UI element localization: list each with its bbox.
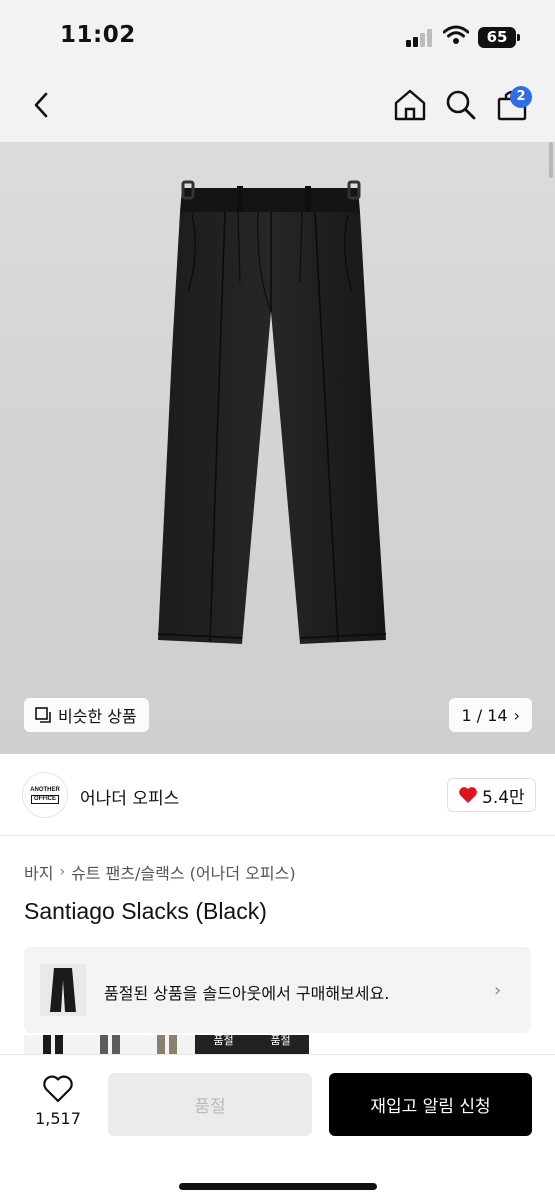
thumbnail[interactable]: 품절 xyxy=(252,1035,309,1055)
thumbnail[interactable] xyxy=(24,1035,81,1055)
thumbnail[interactable] xyxy=(81,1035,138,1055)
brand-name[interactable]: 어나더 오피스 xyxy=(80,784,179,809)
brand-like-count: 5.4만 xyxy=(482,787,525,808)
breadcrumb: 바지 › 슈트 팬츠/슬랙스 (어나더 오피스) xyxy=(24,860,296,884)
home-icon[interactable] xyxy=(392,88,428,122)
soldout-button: 품절 xyxy=(108,1073,312,1136)
battery-icon: 65 xyxy=(478,27,516,48)
brand-like-button[interactable]: 5.4만 xyxy=(447,778,536,812)
top-navigation: 2 xyxy=(0,70,555,142)
color-thumbnails[interactable]: 품절 품절 xyxy=(24,1035,314,1055)
product-image-gallery[interactable]: 비슷한 상품 1 / 14 › xyxy=(0,142,555,754)
banner-thumbnail xyxy=(40,964,86,1016)
scrollbar[interactable] xyxy=(549,142,553,178)
heart-outline-icon xyxy=(43,1075,73,1103)
product-image xyxy=(157,180,387,644)
status-time: 11:02 xyxy=(60,22,136,48)
chevron-right-icon: › xyxy=(513,705,520,725)
soldout-label: 품절 xyxy=(213,1035,234,1047)
thumbnail[interactable] xyxy=(138,1035,195,1055)
wishlist-count: 1,517 xyxy=(35,1109,81,1128)
soldout-banner-text: 품절된 상품을 솔드아웃에서 구매해보세요. xyxy=(104,984,390,1003)
image-counter-text: 1 / 14 xyxy=(461,705,508,725)
wifi-icon xyxy=(443,25,469,44)
status-bar: 11:02 65 xyxy=(0,0,555,70)
cellular-signal-icon xyxy=(406,29,434,47)
restock-alert-button[interactable]: 재입고 알림 신청 xyxy=(329,1073,532,1136)
cart-count-badge: 2 xyxy=(510,86,532,108)
chevron-right-icon: › xyxy=(494,980,502,1001)
image-counter[interactable]: 1 / 14 › xyxy=(449,698,532,732)
copy-icon xyxy=(35,707,51,723)
breadcrumb-item[interactable]: 바지 xyxy=(24,860,53,884)
back-icon[interactable] xyxy=(26,88,56,122)
breadcrumb-item[interactable]: 슈트 팬츠/슬랙스 (어나더 오피스) xyxy=(71,860,296,884)
heart-icon xyxy=(459,787,477,803)
bottom-action-bar: 1,517 품절 재입고 알림 신청 xyxy=(0,1054,555,1200)
soldout-banner[interactable]: 품절된 상품을 솔드아웃에서 구매해보세요. › xyxy=(24,947,531,1033)
similar-products-button[interactable]: 비슷한 상품 xyxy=(24,698,149,732)
chevron-right-icon: › xyxy=(59,864,66,880)
brand-row[interactable]: ANOTHER OFFICE 어나더 오피스 5.4만 xyxy=(0,754,555,836)
thumbnail[interactable]: 품절 xyxy=(195,1035,252,1055)
soldout-label: 품절 xyxy=(270,1035,291,1047)
search-icon[interactable] xyxy=(444,88,478,122)
product-title: Santiago Slacks (Black) xyxy=(24,898,267,924)
home-indicator xyxy=(179,1183,377,1190)
wishlist-button[interactable]: 1,517 xyxy=(30,1075,86,1128)
similar-products-label: 비슷한 상품 xyxy=(58,707,137,726)
brand-logo[interactable]: ANOTHER OFFICE xyxy=(22,772,68,818)
